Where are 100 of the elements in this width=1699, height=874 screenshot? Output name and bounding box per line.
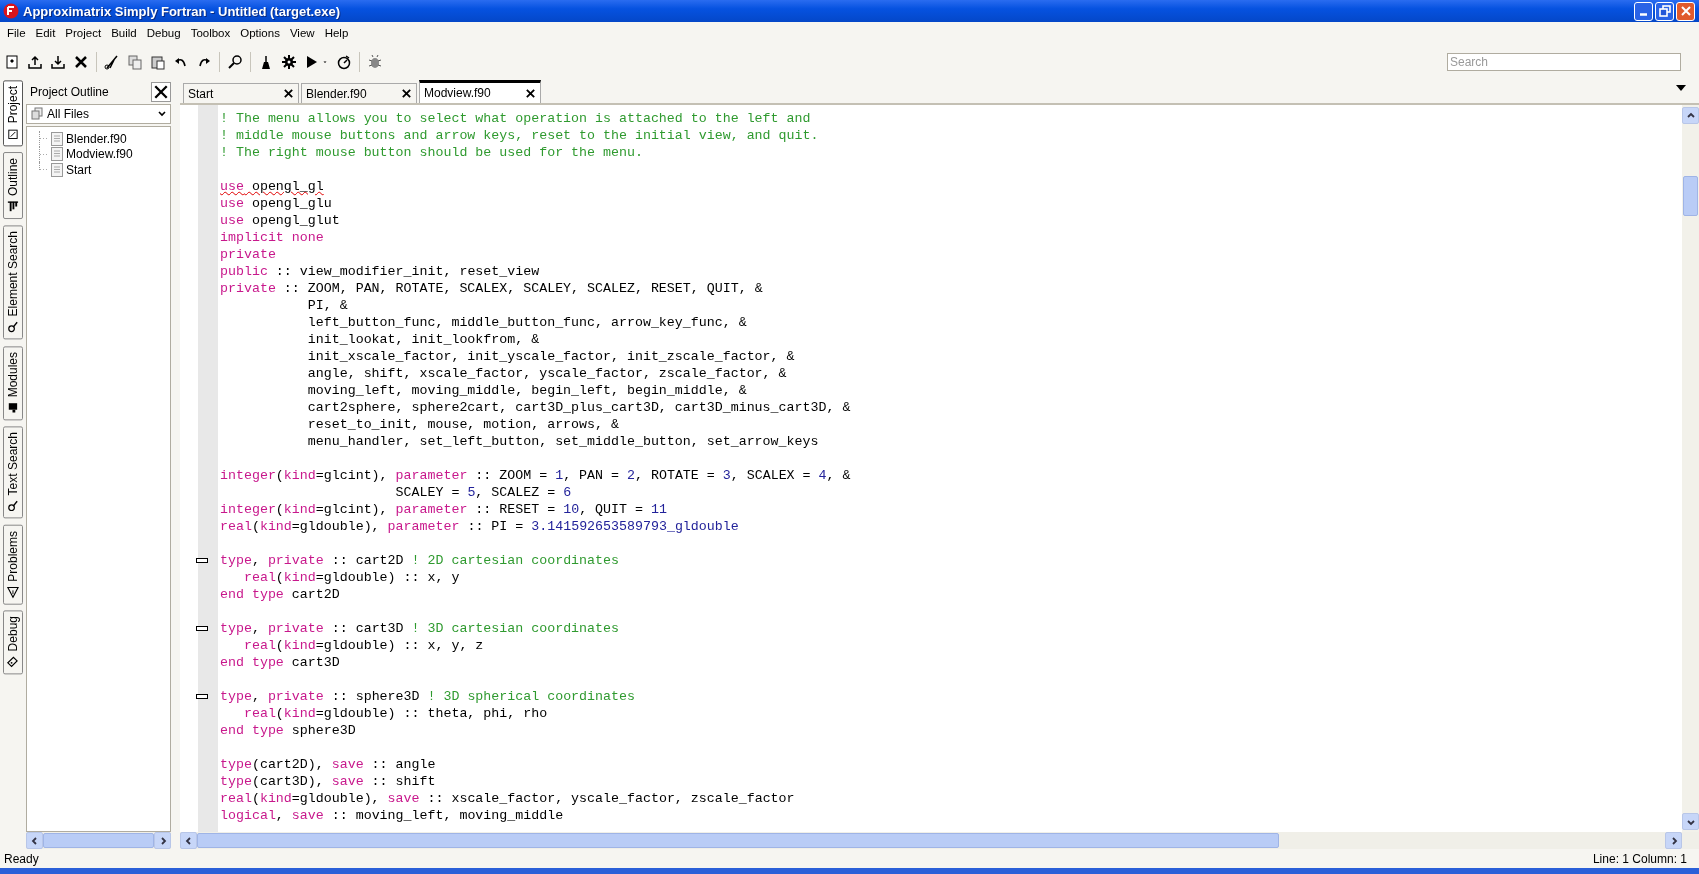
side-tab[interactable]: Text Search (3, 426, 23, 519)
code-line: integer(kind=glcint), parameter :: RESET = 10, QUIT = 11 (220, 501, 667, 518)
side-tab[interactable]: Debug (3, 610, 23, 675)
code-line: ! The menu allows you to select what operation is attached to the left and (220, 110, 811, 127)
chevron-down-icon (157, 109, 167, 119)
menu-item[interactable]: File (2, 23, 31, 43)
code-line: real(kind=gldouble), parameter :: PI = 3.141592653589793_gldouble (220, 518, 739, 535)
search-field[interactable]: Search (1447, 53, 1681, 71)
code-line: logical, save :: moving_left, moving_middle (220, 807, 564, 824)
code-line: use opengl_gl (220, 178, 324, 195)
caret-icon[interactable] (1676, 85, 1686, 91)
scroll-right-button[interactable] (1665, 832, 1682, 849)
scroll-right-button[interactable] (154, 832, 171, 849)
scroll-left-button[interactable] (180, 832, 197, 849)
paste-icon[interactable] (150, 54, 166, 70)
close-icon[interactable] (401, 88, 412, 99)
fold-toggle[interactable] (196, 558, 208, 563)
code-line: real(kind=gldouble) :: x, y (242, 569, 460, 586)
menu-item[interactable]: Project (60, 23, 107, 43)
menu-item[interactable]: Debug (141, 23, 186, 43)
side-tab-label: Project (6, 86, 20, 124)
code-line: real(kind=gldouble) :: x, y, z (242, 637, 484, 654)
scroll-thumb[interactable] (43, 833, 154, 848)
horizontal-scrollbar[interactable] (26, 832, 171, 849)
side-tab[interactable]: Problems (3, 524, 23, 605)
file-icon (51, 162, 63, 177)
code-line: use opengl_glu (220, 195, 332, 212)
minimize-button[interactable] (1634, 1, 1653, 21)
bar-chart-icon (6, 200, 20, 214)
menu-item[interactable]: Options (235, 23, 285, 43)
fold-toggle[interactable] (196, 694, 208, 699)
code-line: private (220, 246, 276, 263)
code-line: implicit none (220, 229, 324, 246)
code-line: left_button_func, middle_button_func, arrow_key_func, & (306, 314, 747, 331)
gear-icon[interactable] (281, 54, 297, 70)
logo-icon (3, 3, 19, 19)
menu-item[interactable]: View (284, 23, 320, 43)
chevron-left-icon (183, 835, 194, 846)
side-tab[interactable]: Project (3, 80, 23, 147)
minimize-icon (1640, 12, 1647, 16)
code-line: type, private :: sphere3D ! 3D spherical coordinates (220, 688, 635, 705)
code-line: ! middle mouse buttons and arrow keys, reset to the initial view, and quit. (220, 127, 819, 144)
side-tab-label: Modules (6, 351, 20, 398)
restore-icon (1657, 4, 1672, 18)
close-button[interactable] (151, 82, 171, 102)
side-tab-label: Text Search (6, 432, 20, 496)
fold-toggle[interactable] (196, 626, 208, 631)
editor-tab[interactable]: Blender.f90 (301, 83, 417, 103)
scroll-thumb[interactable] (1683, 176, 1698, 216)
horizontal-scrollbar[interactable] (180, 832, 1699, 849)
new-file-icon[interactable] (4, 54, 20, 70)
bug-icon[interactable] (367, 54, 383, 70)
file-icon (51, 131, 63, 146)
close-icon[interactable] (283, 88, 294, 99)
menu-item[interactable]: Edit (30, 23, 61, 43)
open-icon[interactable] (27, 54, 43, 70)
scroll-down-button[interactable] (1682, 813, 1699, 830)
code-line: type, private :: cart3D ! 3D cartesian coordinates (220, 620, 619, 637)
cursor-position: Line: 1 Column: 1 (1592, 851, 1687, 866)
project-icon (6, 127, 20, 141)
vertical-scrollbar[interactable] (1682, 105, 1699, 832)
tag-icon (6, 655, 20, 669)
save-icon[interactable] (50, 54, 66, 70)
scroll-left-button[interactable] (26, 832, 43, 849)
search-icon[interactable] (227, 54, 243, 70)
side-tab-label: Element Search (6, 231, 20, 317)
search-icon (6, 320, 20, 334)
scroll-up-button[interactable] (1682, 107, 1699, 124)
code-line: type, private :: cart2D ! 2D cartesian coordinates (220, 552, 619, 569)
scissors-icon[interactable] (104, 54, 120, 70)
tree-item[interactable]: Blender.f90 (66, 131, 127, 146)
restore-button[interactable] (1655, 1, 1674, 21)
tree-item[interactable]: Modview.f90 (66, 147, 133, 162)
copy-icon[interactable] (127, 54, 143, 70)
filter-value: All Files (47, 107, 89, 121)
stopwatch-icon[interactable] (336, 54, 352, 70)
close-icon[interactable] (73, 54, 89, 70)
files-icon (30, 107, 44, 121)
tree-item[interactable]: Start (66, 162, 92, 177)
warning-icon (6, 585, 20, 599)
code-line: cart2sphere, sphere2cart, cart3D_plus_cart3D, cart3D_minus_cart3D, & (306, 399, 851, 416)
menu-item[interactable]: Help (319, 23, 354, 43)
side-tab[interactable]: Element Search (3, 225, 23, 340)
code-line: init_xscale_factor, init_yscale_factor, init_zscale_factor, & (306, 348, 795, 365)
side-tab[interactable]: Outline (3, 152, 23, 220)
close-icon[interactable] (525, 87, 536, 99)
menu-item[interactable]: Toolbox (185, 23, 236, 43)
side-tab[interactable]: Modules (3, 345, 23, 421)
editor-tab[interactable]: Start (183, 83, 299, 103)
code-line: end type cart2D (220, 586, 340, 603)
code-line: public :: view_modifier_init, reset_view (220, 263, 540, 280)
file-icon (51, 147, 63, 162)
filter-dropdown[interactable]: All Files (26, 104, 171, 124)
scroll-thumb[interactable] (197, 833, 1279, 848)
editor-tab[interactable]: Modview.f90 (419, 80, 541, 103)
code-line: moving_left, moving_middle, begin_left, begin_middle, & (306, 382, 747, 399)
menu-item[interactable]: Build (106, 23, 142, 43)
code-line: PI, & (306, 297, 348, 314)
code-line: end type sphere3D (220, 722, 356, 739)
puzzle-icon (6, 401, 20, 415)
